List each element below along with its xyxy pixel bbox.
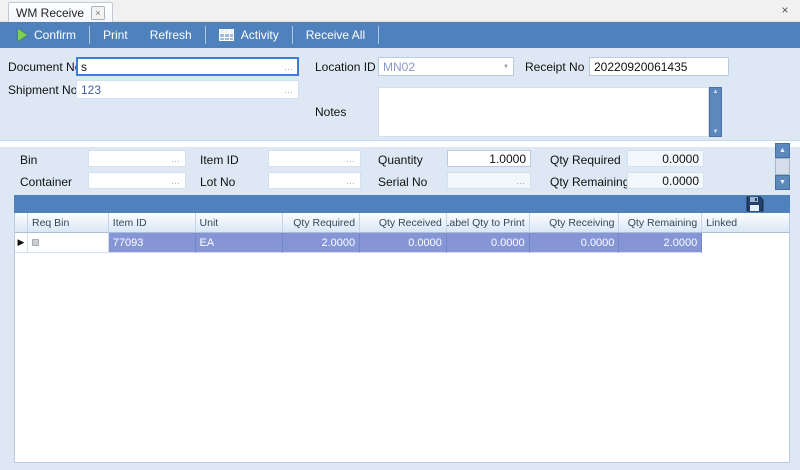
shipment-no-field[interactable]: 123 … [76, 80, 299, 99]
serial-no-lookup-icon[interactable]: … [513, 176, 526, 186]
tab-title: WM Receive [16, 6, 84, 20]
req-bin-lookup-icon[interactable] [32, 239, 39, 246]
notes-scrollbar[interactable]: ▲ ▼ [709, 87, 722, 137]
window-close-icon[interactable]: × [778, 3, 792, 17]
chevron-down-icon[interactable]: ▼ [503, 64, 509, 70]
lot-no-field[interactable]: … [268, 172, 361, 189]
document-no-value: s [81, 60, 87, 74]
table-row[interactable]: ▶ 77093 EA 2.0000 0.0000 0.0000 0.0000 2… [15, 233, 789, 253]
scroll-up-icon[interactable]: ▲ [775, 143, 790, 158]
location-id-label: Location ID [315, 60, 376, 74]
receive-lines-grid: Req Bin Item ID Unit Qty Required Qty Re… [14, 213, 790, 463]
grid-table-icon [219, 29, 234, 41]
cell-item-id[interactable]: 77093 [109, 233, 196, 253]
grid-toolbar [14, 195, 790, 213]
container-lookup-icon[interactable]: … [168, 176, 181, 186]
toolbar-separator [89, 26, 90, 44]
col-header-qty-required[interactable]: Qty Required [283, 213, 360, 233]
main-toolbar: Confirm Print Refresh Activity Receive A… [0, 22, 800, 48]
toolbar-separator [378, 26, 379, 44]
document-no-label: Document No [8, 60, 81, 74]
receive-all-button[interactable]: Receive All [295, 22, 376, 48]
col-header-req-bin[interactable]: Req Bin [28, 213, 109, 233]
quantity-field[interactable]: 1.0000 [447, 150, 531, 167]
quantity-value: 1.0000 [489, 152, 526, 166]
tab-strip: WM Receive × × [0, 0, 800, 22]
lot-no-lookup-icon[interactable]: … [343, 176, 356, 186]
col-header-linked[interactable]: Linked [702, 213, 789, 233]
tab-close-icon[interactable]: × [91, 6, 105, 20]
floppy-disk-icon [746, 196, 764, 212]
col-header-qty-received[interactable]: Qty Received [360, 213, 447, 233]
item-id-lookup-icon[interactable]: … [343, 154, 356, 164]
confirm-button[interactable]: Confirm [7, 22, 87, 48]
shipment-no-lookup-icon[interactable]: … [281, 85, 294, 95]
qty-remaining-field: 0.0000 [627, 172, 704, 189]
bottom-margin [0, 463, 800, 470]
notes-input[interactable] [378, 87, 709, 137]
bin-field[interactable]: … [88, 150, 186, 167]
document-no-lookup-icon[interactable]: … [281, 62, 294, 72]
col-header-label-qty-to-print[interactable]: Label Qty to Print [447, 213, 530, 233]
item-id-field[interactable]: … [268, 150, 361, 167]
receipt-no-value: 20220920061435 [594, 60, 687, 74]
entry-section-divider [0, 140, 800, 147]
save-button[interactable] [746, 196, 764, 212]
grid-header-row: Req Bin Item ID Unit Qty Required Qty Re… [15, 213, 789, 233]
activity-label: Activity [241, 28, 279, 42]
row-indicator-header [15, 213, 28, 233]
print-label: Print [103, 28, 128, 42]
refresh-button[interactable]: Refresh [139, 22, 203, 48]
cell-linked[interactable] [702, 233, 789, 253]
item-id-label: Item ID [200, 153, 239, 167]
receive-all-label: Receive All [306, 28, 365, 42]
confirm-label: Confirm [34, 28, 76, 42]
cell-qty-received[interactable]: 0.0000 [360, 233, 447, 253]
location-id-select[interactable]: MN02 ▼ [378, 57, 514, 76]
col-header-item-id[interactable]: Item ID [109, 213, 196, 233]
cell-qty-remaining[interactable]: 2.0000 [619, 233, 702, 253]
quantity-label: Quantity [378, 153, 423, 167]
qty-required-field: 0.0000 [627, 150, 704, 167]
qty-required-value: 0.0000 [662, 152, 699, 166]
toolbar-separator [205, 26, 206, 44]
scroll-down-icon[interactable]: ▼ [713, 128, 719, 136]
qty-remaining-label: Qty Remaining [550, 175, 629, 189]
cell-qty-required[interactable]: 2.0000 [283, 233, 360, 253]
container-field[interactable]: … [88, 172, 186, 189]
qty-remaining-value: 0.0000 [662, 174, 699, 188]
shipment-no-value: 123 [81, 83, 101, 97]
row-indicator-icon: ▶ [15, 233, 28, 253]
scroll-up-icon[interactable]: ▲ [713, 88, 719, 96]
receipt-no-label: Receipt No [525, 60, 584, 74]
col-header-qty-remaining[interactable]: Qty Remaining [619, 213, 702, 233]
activity-button[interactable]: Activity [208, 22, 290, 48]
serial-no-field[interactable]: … [447, 172, 531, 189]
shipment-no-label: Shipment No [8, 83, 77, 97]
scrollbar-thumb[interactable] [775, 158, 790, 175]
document-no-field[interactable]: s … [76, 57, 299, 76]
lot-no-label: Lot No [200, 175, 235, 189]
bin-label: Bin [20, 153, 37, 167]
qty-required-label: Qty Required [550, 153, 621, 167]
container-label: Container [20, 175, 72, 189]
col-header-qty-receiving[interactable]: Qty Receiving [530, 213, 620, 233]
refresh-label: Refresh [150, 28, 192, 42]
bin-lookup-icon[interactable]: … [168, 154, 181, 164]
entry-scrollbar[interactable]: ▲ ▼ [775, 143, 790, 190]
notes-label: Notes [315, 105, 346, 119]
play-icon [18, 29, 27, 41]
cell-req-bin[interactable] [28, 233, 109, 253]
toolbar-separator [292, 26, 293, 44]
location-id-value: MN02 [383, 60, 415, 74]
tab-wm-receive[interactable]: WM Receive × [8, 2, 113, 22]
print-button[interactable]: Print [92, 22, 139, 48]
serial-no-label: Serial No [378, 175, 427, 189]
cell-label-qty-to-print[interactable]: 0.0000 [447, 233, 530, 253]
cell-unit[interactable]: EA [196, 233, 284, 253]
scroll-down-icon[interactable]: ▼ [775, 175, 790, 190]
cell-qty-receiving[interactable]: 0.0000 [530, 233, 620, 253]
col-header-unit[interactable]: Unit [196, 213, 284, 233]
receipt-no-field[interactable]: 20220920061435 [589, 57, 729, 76]
